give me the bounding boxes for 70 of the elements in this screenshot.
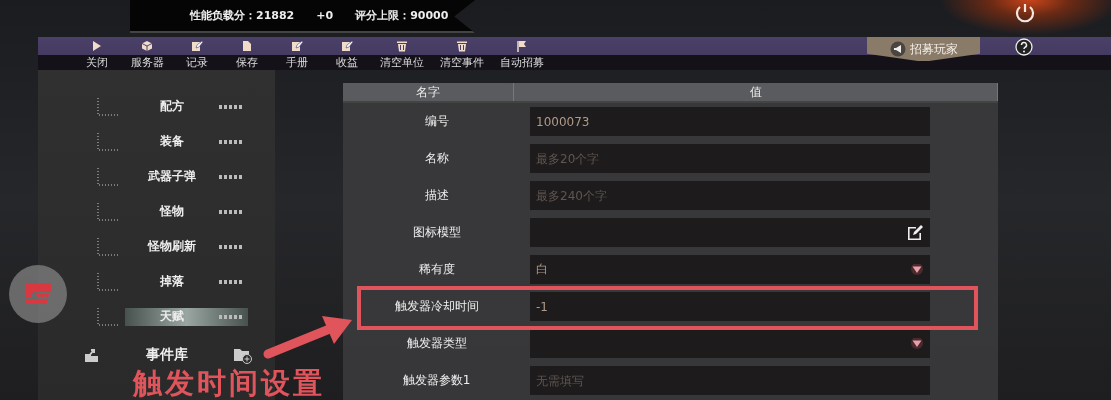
cube-icon	[141, 40, 153, 52]
tree-connector-icon	[97, 271, 119, 292]
tree-item[interactable]: 武器子弹	[125, 167, 248, 186]
edit-icon[interactable]	[906, 224, 924, 241]
recruit-button[interactable]: 招募玩家	[867, 37, 980, 61]
tree-connector-icon	[97, 96, 119, 117]
dropdown-caret-icon	[910, 263, 924, 276]
drag-handle-icon[interactable]	[219, 244, 243, 249]
export-icon[interactable]	[84, 347, 100, 363]
property-label: 编号	[423, 113, 450, 130]
drag-handle-icon[interactable]	[219, 209, 243, 214]
property-label: 触发器冷却时间	[393, 298, 480, 315]
drag-handle-icon[interactable]	[219, 314, 243, 319]
toolbar-button[interactable]: 清空事件	[432, 37, 492, 70]
megaphone-icon	[889, 41, 906, 57]
drag-handle-icon[interactable]	[219, 279, 243, 284]
property-label: 图标模型	[411, 224, 462, 241]
toolbar-button[interactable]: 服务器	[122, 37, 172, 70]
tree-connector-icon	[97, 236, 119, 257]
toolbar-button[interactable]: 自动招募	[492, 37, 552, 70]
dropdown-field[interactable]: 白	[530, 255, 930, 284]
text-field[interactable]: 无需填写	[530, 366, 930, 395]
event-library-label: 事件库	[145, 346, 188, 364]
toolbar-button[interactable]: 记录	[172, 37, 222, 70]
tree-item[interactable]: 配方	[125, 97, 248, 116]
tree-connector-icon	[97, 166, 119, 187]
trash-icon	[396, 40, 408, 52]
document-icon	[242, 40, 252, 52]
dropdown-caret-icon	[910, 337, 924, 350]
edit-icon	[291, 40, 303, 52]
tree-connector-icon	[97, 131, 119, 152]
property-label: 触发器参数1	[401, 372, 472, 389]
model-field[interactable]	[530, 218, 930, 247]
folder-add-icon[interactable]	[233, 346, 253, 364]
property-label: 描述	[423, 187, 450, 204]
toolbar-button[interactable]: 收益	[322, 37, 372, 70]
score-limit: 评分上限：90000	[355, 8, 449, 23]
dropdown-field[interactable]	[530, 329, 930, 358]
tree-item[interactable]: 怪物	[125, 202, 248, 221]
text-field[interactable]: -1	[530, 292, 930, 321]
tree-connector-icon	[97, 306, 119, 327]
toolbar-button[interactable]: 关闭	[72, 37, 122, 70]
text-field[interactable]: 最多240个字	[530, 181, 930, 210]
column-header: 值	[514, 83, 998, 101]
tree-item[interactable]: 怪物刷新	[125, 237, 248, 256]
tree-connector-icon	[97, 201, 119, 222]
toolbar-button[interactable]: 保存	[222, 37, 272, 70]
property-label: 名称	[423, 150, 450, 167]
column-header: 名字	[343, 83, 514, 101]
edit-icon	[341, 40, 353, 52]
annotation-caption: 触发时间设置	[133, 366, 325, 400]
trash-icon	[456, 40, 468, 52]
tree-item[interactable]: 装备	[125, 132, 248, 151]
drag-handle-icon[interactable]	[219, 174, 243, 179]
text-field[interactable]: 1000073	[530, 107, 930, 136]
play-icon	[92, 40, 102, 52]
toolbar-button[interactable]: 清空单位	[372, 37, 432, 70]
flag-icon	[516, 40, 528, 52]
score-delta: +0	[316, 9, 334, 22]
edit-icon	[191, 40, 203, 52]
drag-handle-icon[interactable]	[219, 139, 243, 144]
property-label: 触发器类型	[405, 335, 468, 352]
load-score: 性能负载分：21882	[190, 8, 295, 23]
help-icon[interactable]	[1015, 38, 1033, 56]
property-label: 稀有度	[417, 261, 456, 278]
power-icon[interactable]	[1014, 2, 1036, 24]
text-field[interactable]: 最多20个字	[530, 144, 930, 173]
tree-item[interactable]: 掉落	[125, 272, 248, 291]
drag-handle-icon[interactable]	[219, 104, 243, 109]
toolbar-button[interactable]: 手册	[272, 37, 322, 70]
